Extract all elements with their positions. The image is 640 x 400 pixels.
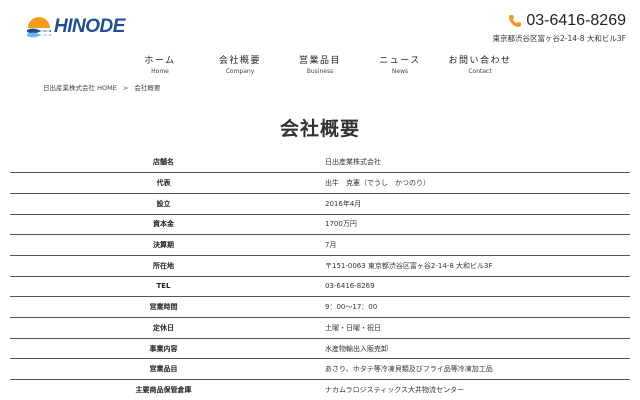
logo-text: HINODE (54, 16, 125, 37)
row-value: 7月 (325, 241, 337, 250)
row-value: 〒151-0063 東京都渋谷区富ヶ谷2-14-8 大和ビル3F (325, 261, 493, 270)
nav-label-en: Home (151, 68, 169, 75)
row-label: 代表 (156, 179, 171, 188)
row-label: 営業品目 (149, 365, 178, 374)
nav-label-jp: ニュース (379, 56, 421, 66)
nav-label-jp: 営業品目 (298, 56, 341, 66)
breadcrumb: 日出産業株式会社 HOME > 会社概要 (43, 82, 164, 92)
row-value: 出牛 克憲（でうし かつのり） (325, 179, 430, 188)
row-label: 店舗名 (153, 158, 174, 167)
breadcrumb-current: 会社概要 (134, 84, 161, 92)
row-label: 所在地 (153, 261, 174, 270)
table-row: 営業時間 9：00〜17：00 (10, 297, 630, 318)
row-value: 日出産業株式会社 (325, 158, 381, 167)
table-row: TEL 03-6416-8269 (10, 276, 630, 297)
nav-label-jp: お問い合わせ (448, 56, 512, 66)
nav-label-jp: 会社概要 (218, 56, 261, 66)
row-label: 資本金 (153, 220, 174, 229)
sun-wave-logo-icon (27, 17, 51, 38)
row-value: ナカムラロジスティックス大井物流センター (325, 385, 465, 394)
nav-item-contact[interactable]: お問い合わせ Contact (440, 53, 520, 75)
row-value: 2016年4月 (325, 199, 362, 208)
table-row: 代表 出牛 克憲（でうし かつのり） (10, 173, 630, 194)
nav-item-company[interactable]: 会社概要 Company (200, 53, 280, 75)
table-row: 所在地 〒151-0063 東京都渋谷区富ヶ谷2-14-8 大和ビル3F (10, 255, 630, 277)
nav-item-news[interactable]: ニュース News (360, 53, 440, 75)
nav-label-en: News (391, 68, 409, 75)
table-row: 決算期 7月 (10, 235, 630, 256)
company-info-table: 店舗名 日出産業株式会社 代表 出牛 克憲（でうし かつのり） 設立 2016年4月 … (10, 152, 630, 400)
row-label: 設立 (156, 199, 171, 208)
nav-item-business[interactable]: 営業品目 Business (280, 53, 360, 75)
row-value: 水産物輸出入販売卸 (325, 344, 388, 353)
table-row: 事業内容 水産物輸出入販売卸 (10, 338, 630, 359)
table-row: 主要商品保管倉庫 ナカムラロジスティックス大井物流センター (10, 380, 630, 400)
table-row: 設立 2016年4月 (10, 193, 630, 215)
row-label: 主要商品保管倉庫 (135, 385, 192, 394)
row-value: 1700万円 (325, 220, 357, 229)
page-title: 会社概要 (279, 118, 360, 140)
table-row: 営業品目 あさり、ホタテ等冷凍貝類及びフライ品等冷凍加工品 (10, 359, 630, 380)
nav-item-home[interactable]: ホーム Home (120, 53, 200, 75)
table-row: 定休日 土曜・日曜・祝日 (10, 318, 630, 339)
site-logo[interactable]: HINODE (26, 14, 125, 40)
nav-label-jp: ホーム (144, 56, 176, 66)
row-label: 決算期 (153, 241, 174, 250)
row-value: 9：00〜17：00 (325, 303, 378, 312)
row-label: 事業内容 (149, 344, 178, 353)
row-value: あさり、ホタテ等冷凍貝類及びフライ品等冷凍加工品 (325, 365, 493, 374)
row-label: 営業時間 (149, 303, 178, 312)
nav-label-en: Contact (468, 68, 492, 75)
header-address: 東京都渋谷区富ヶ谷2-14-8 大和ビル3F (492, 34, 626, 43)
header-phone-number[interactable]: 03-6416-8269 (526, 12, 626, 30)
breadcrumb-separator: > (122, 84, 129, 92)
row-label: 定休日 (153, 323, 174, 332)
row-value: 土曜・日曜・祝日 (325, 323, 381, 332)
table-row: 店舗名 日出産業株式会社 (10, 152, 630, 173)
main-nav: ホーム Home 会社概要 Company 営業品目 Business ニュース… (120, 53, 520, 75)
row-value: 03-6416-8269 (325, 282, 375, 291)
table-row: 資本金 1700万円 (10, 214, 630, 235)
nav-label-en: Company (225, 68, 255, 75)
phone-icon (509, 15, 522, 27)
nav-label-en: Business (306, 68, 334, 75)
header-contact: 03-6416-8269 東京都渋谷区富ヶ谷2-14-8 大和ビル3F (493, 12, 626, 44)
row-label: TEL (156, 282, 171, 291)
breadcrumb-home-link[interactable]: 日出産業株式会社 HOME (43, 84, 117, 92)
